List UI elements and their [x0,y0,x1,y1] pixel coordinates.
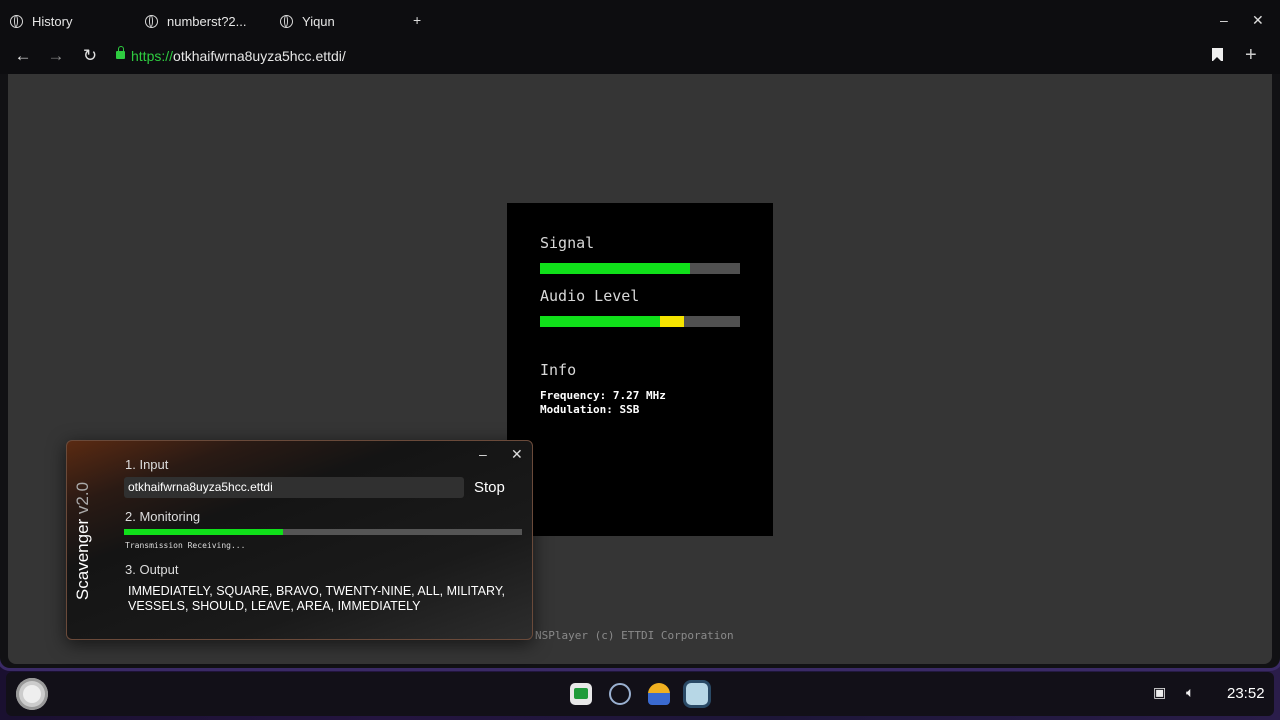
tab-label: numberst?2... [167,13,247,29]
screen-capture-icon[interactable]: ▣ [1153,684,1166,701]
input-step-label: 1. Input [125,457,169,472]
audio-level-meter [540,316,740,327]
url-host: otkhaifwrna8uyza5hcc.ettdi/ [173,48,346,64]
nsplayer-panel: Signal Audio Level Info Frequency: 7.27 … [507,203,773,536]
new-tab-button[interactable]: + [413,12,421,28]
audio-level-fill-green [540,316,660,327]
info-heading: Info [540,361,577,379]
terminal-icon[interactable] [570,683,592,705]
address-bar: ← → ↻ https://otkhaifwrna8uyza5hcc.ettdi… [0,40,1280,74]
launcher-button[interactable] [16,678,48,710]
add-icon[interactable]: + [1245,44,1257,67]
monitoring-step-label: 2. Monitoring [125,509,201,524]
lock-icon [116,46,125,59]
player-footer: NSPlayer (c) ETTDI Corporation [535,629,734,642]
tab-bar: History numberst?2... Yiqun + – ✕ [0,0,1280,40]
audio-level-label: Audio Level [540,287,640,305]
output-step-label: 3. Output [125,562,179,577]
signal-meter-fill [540,263,690,274]
close-window-button[interactable]: ✕ [1252,12,1264,29]
scavenger-title: Scavenger v2.0 [73,471,93,611]
audio-level-fill-yellow [660,316,684,327]
signal-label: Signal [540,234,595,252]
globe-icon [145,14,158,28]
chromium-icon[interactable] [609,683,631,705]
signal-meter [540,263,740,274]
monitoring-status: Transmission Receiving... [125,541,246,550]
tab-yiqun[interactable]: Yiqun [280,8,335,34]
tab-label: Yiqun [302,13,335,29]
modulation-readout: Modulation: SSB [540,403,640,416]
minimize-button[interactable]: – [479,446,487,462]
app-window-icon[interactable] [686,683,708,705]
url-field[interactable]: https://otkhaifwrna8uyza5hcc.ettdi/ [131,48,346,64]
app-name: Scavenger [73,518,92,601]
files-icon[interactable] [648,683,670,705]
tab-label: History [32,13,73,29]
forward-arrow-icon[interactable]: → [46,46,66,66]
taskbar: ▣ 🔈︎ 23:52 [6,672,1274,716]
decoded-output: IMMEDIATELY, SQUARE, BRAVO, TWENTY-NINE,… [128,584,505,613]
monitoring-progress-bar [124,529,522,535]
tab-numberst[interactable]: numberst?2... [145,8,247,34]
back-arrow-icon[interactable]: ← [13,46,33,66]
tab-history[interactable]: History [10,8,72,34]
app-version: v2.0 [73,481,92,515]
clock[interactable]: 23:52 [1227,685,1265,702]
url-protocol: https:// [131,48,174,64]
globe-icon [280,14,293,28]
minimize-window-button[interactable]: – [1220,12,1228,28]
frequency-readout: Frequency: 7.27 MHz [540,389,666,402]
scavenger-window: Scavenger v2.0 – ✕ 1. Input otkhaifwrna8… [66,440,533,640]
volume-icon[interactable]: 🔈︎ [1186,684,1194,701]
close-button[interactable]: ✕ [511,446,523,463]
monitoring-progress-fill [124,529,284,535]
reload-icon[interactable]: ↻ [80,46,100,66]
settings-favicon-icon [10,14,23,28]
bookmark-icon[interactable] [1212,48,1223,62]
stop-button[interactable]: Stop [474,479,505,496]
address-input[interactable]: otkhaifwrna8uyza5hcc.ettdi [124,477,464,498]
